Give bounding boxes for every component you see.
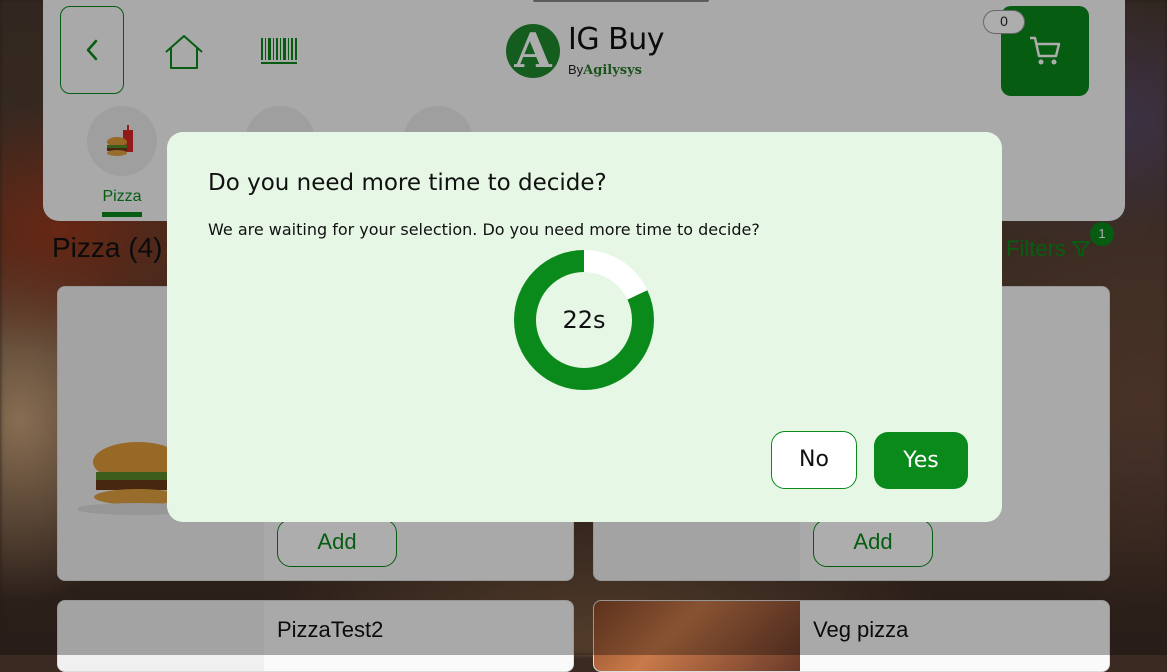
timeout-dialog: Do you need more time to decide? We are …	[167, 132, 1002, 522]
dialog-message: We are waiting for your selection. Do yo…	[208, 220, 760, 239]
yes-button[interactable]: Yes	[874, 432, 968, 489]
countdown-label: 22s	[562, 306, 606, 334]
dialog-title: Do you need more time to decide?	[208, 170, 607, 196]
no-button[interactable]: No	[771, 431, 857, 489]
